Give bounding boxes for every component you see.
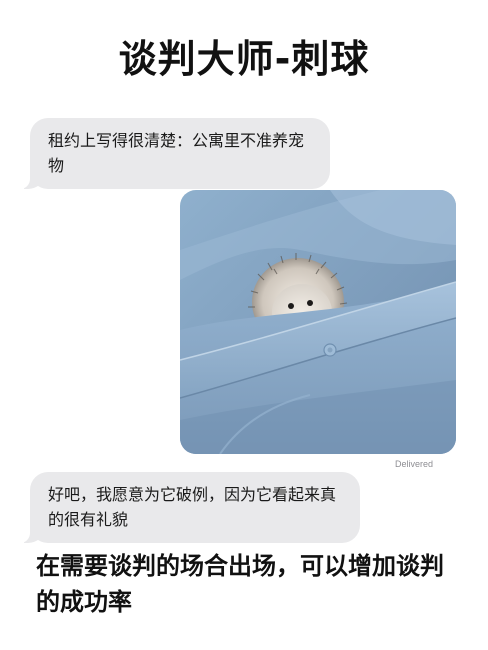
page-title: 谈判大师-刺球 (118, 37, 370, 81)
message-text-1: 租约上写得很清楚：公寓里不准养宠物 (48, 131, 305, 175)
hedgehog-image (180, 190, 456, 454)
message-text-2: 好吧，我愿意为它破例，因为它看起来真的很有礼貌 (48, 485, 337, 529)
message-bubble-received-1: 租约上写得很清楚：公寓里不准养宠物 (20, 118, 330, 189)
caption-text: 在需要谈判的场合出场，可以增加谈判的成功率 (36, 552, 444, 616)
delivered-status: Delivered (395, 459, 434, 469)
message-bubble-received-2: 好吧，我愿意为它破例，因为它看起来真的很有礼貌 (20, 472, 360, 543)
hedgehog-photo[interactable] (180, 190, 456, 454)
